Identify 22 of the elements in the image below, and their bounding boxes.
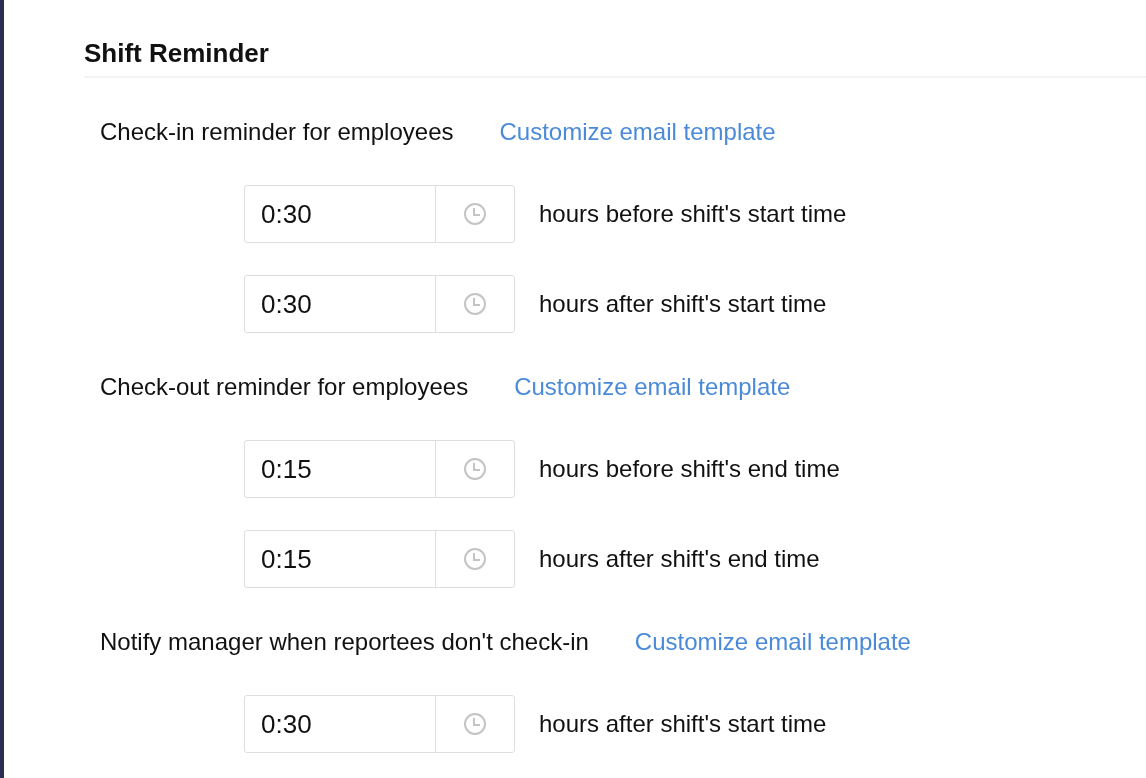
time-description: hours before shift's end time [539,455,840,483]
time-field[interactable]: 0:15 [244,530,515,588]
clock-icon[interactable] [463,547,487,571]
clock-icon[interactable] [463,712,487,736]
time-description: hours after shift's end time [539,545,820,573]
time-description: hours after shift's start time [539,710,827,738]
clock-icon[interactable] [463,292,487,316]
time-description: hours before shift's start time [539,200,847,228]
customize-template-link[interactable]: Customize email template [514,373,791,401]
time-field[interactable]: 0:30 [244,695,515,753]
time-field[interactable]: 0:30 [244,275,515,333]
reminder-label: Check-in reminder for employees [100,118,454,146]
time-description: hours after shift's start time [539,290,827,318]
section-title: Shift Reminder [84,38,269,68]
time-field[interactable]: 0:15 [244,440,515,498]
time-field[interactable]: 0:30 [244,185,515,243]
clock-icon[interactable] [463,457,487,481]
customize-template-link[interactable]: Customize email template [634,628,911,656]
reminder-label: Check-out reminder for employees [100,373,469,401]
clock-icon[interactable] [463,202,487,226]
reminder-label: Notify manager when reportees don't check-in [100,628,589,656]
customize-template-link[interactable]: Customize email template [499,118,776,146]
